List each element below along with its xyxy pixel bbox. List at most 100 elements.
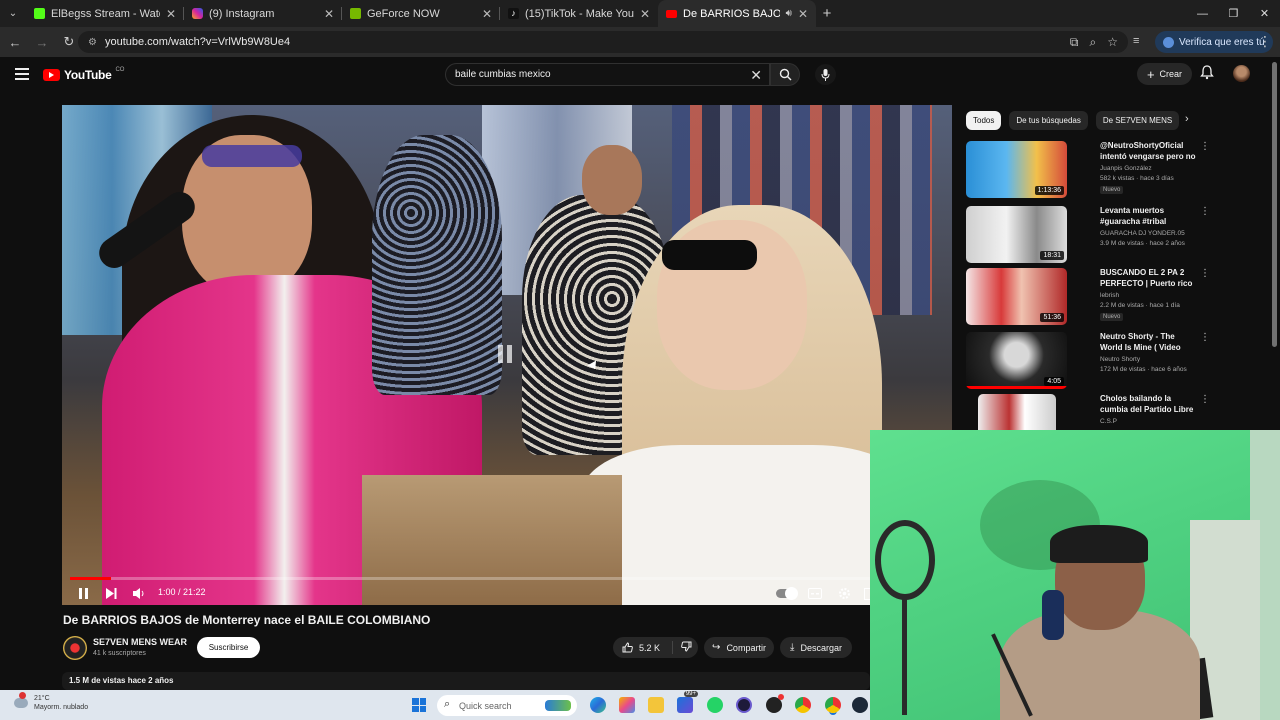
pause-icon[interactable] — [79, 588, 89, 599]
recommended-video[interactable]: 4:05 Neutro Shorty - The World Is Mine (… — [966, 332, 1210, 390]
dislike-button[interactable] — [673, 641, 692, 654]
more-options-icon[interactable]: ⋮ — [1200, 332, 1210, 343]
taskbar-search[interactable]: ⌕ Quick search — [437, 695, 577, 716]
speaker-icon[interactable]: 🔊︎ — [786, 8, 792, 19]
progress-bar[interactable] — [70, 577, 944, 580]
tab-close-icon[interactable]: ✕ — [482, 7, 492, 21]
recommended-video[interactable]: 1:13:36 @NeutroShortyOficial intentó ven… — [966, 141, 1210, 199]
recommendation-meta: 582 k vistas · hace 3 días — [1100, 175, 1174, 182]
obs-icon[interactable] — [736, 697, 752, 713]
share-button[interactable]: ↪ Compartir — [704, 637, 774, 658]
chrome-icon[interactable] — [795, 697, 811, 713]
description-box[interactable]: 1.5 M de vistas hace 2 años — [62, 672, 870, 690]
tab-close-icon[interactable]: ✕ — [166, 7, 176, 21]
more-options-icon[interactable]: ⋮ — [1200, 141, 1210, 152]
tiktok-favicon-icon: ♪ — [508, 8, 519, 19]
browser-tab-active[interactable]: De BARRIOS BAJOS de Mor 🔊︎ ✕ — [658, 0, 816, 27]
subtitles-icon[interactable] — [808, 588, 822, 599]
tab-close-icon[interactable]: ✕ — [324, 7, 334, 21]
tab-close-icon[interactable]: ✕ — [640, 7, 650, 21]
edge-browser-icon[interactable] — [590, 697, 606, 713]
user-avatar[interactable] — [1233, 65, 1250, 82]
weather-text: 21°C Mayorm. nublado — [34, 694, 88, 712]
like-count: 5.2 K — [639, 642, 661, 653]
recommended-video[interactable]: Cholos bailando la cumbia del Partido Li… — [966, 394, 1206, 430]
thumbs-up-icon — [622, 642, 633, 653]
cast-icon[interactable]: ⧉ — [1070, 35, 1079, 50]
video-frame-detail — [372, 135, 502, 395]
video-thumbnail — [978, 394, 1056, 430]
close-window-icon[interactable]: ✕ — [1249, 0, 1280, 27]
forward-icon[interactable]: → — [30, 30, 54, 54]
browser-tab[interactable]: GeForce NOW ✕ — [342, 0, 500, 27]
restore-icon[interactable]: ❐ — [1218, 0, 1249, 27]
recommended-video[interactable]: 18:31 Levanta muertos #guaracha #tribal … — [966, 206, 1210, 264]
tab-search-button[interactable]: ⌄ — [0, 0, 26, 27]
like-dislike-pill: 5.2 K — [613, 637, 698, 658]
app-icon[interactable] — [766, 694, 784, 713]
profile-icon — [1163, 36, 1174, 48]
bookmark-star-icon[interactable]: ☆ — [1107, 35, 1118, 49]
verify-identity-button[interactable]: Verifica que eres tú — [1155, 31, 1273, 53]
page-scrollbar[interactable] — [1272, 62, 1277, 347]
browser-tab[interactable]: (9) Instagram ✕ — [184, 0, 342, 27]
like-button[interactable]: 5.2 K — [613, 641, 673, 654]
zoom-icon[interactable]: ⌕ — [1090, 35, 1097, 50]
browser-toolbar: ← → ↻ ⚙ youtube.com/watch?v=VrlWb9W8Ue4 … — [0, 27, 1280, 57]
recommended-video[interactable]: 51:36 BUSCANDO EL 2 PA 2 PERFECTO | Puer… — [966, 268, 1210, 326]
chip-all[interactable]: Todos — [966, 111, 1002, 130]
store-icon[interactable]: 99+ — [677, 691, 698, 713]
browser-tab[interactable]: ♪ (15)TikTok - Make Your Day ✕ — [500, 0, 658, 27]
video-thumbnail: 18:31 — [966, 206, 1067, 263]
next-video-icon[interactable] — [106, 588, 117, 599]
clear-search-icon[interactable]: ✕ — [750, 67, 762, 84]
chevron-right-icon[interactable]: › — [1185, 113, 1189, 125]
tab-close-icon[interactable]: ✕ — [798, 7, 808, 21]
search-button[interactable] — [770, 63, 800, 86]
settings-gear-icon[interactable] — [838, 587, 851, 600]
video-player[interactable]: 1:00 / 21:22 — [62, 105, 952, 605]
more-options-icon[interactable]: ⋮ — [1200, 268, 1210, 279]
channel-avatar[interactable] — [63, 636, 87, 660]
steam-icon[interactable] — [852, 697, 868, 713]
site-info-icon[interactable]: ⚙ — [88, 37, 97, 48]
channel-name[interactable]: SE7VEN MENS WEAR — [93, 637, 187, 647]
badge-99: 99+ — [683, 691, 698, 697]
recommendation-channel: C.S.P — [1100, 418, 1117, 425]
whatsapp-icon[interactable] — [707, 697, 723, 713]
weather-widget[interactable]: 21°C Mayorm. nublado — [14, 692, 88, 712]
autoplay-toggle[interactable] — [776, 587, 798, 600]
subscribe-button[interactable]: Suscribirse — [197, 637, 260, 658]
geforce-favicon-icon — [350, 8, 361, 19]
chip-from-channel[interactable]: De SE7VEN MENS — [1095, 111, 1180, 130]
more-options-icon[interactable]: ⋮ — [1200, 394, 1206, 405]
minimize-icon[interactable]: — — [1187, 0, 1218, 27]
chip-from-searches[interactable]: De tus búsquedas — [1009, 111, 1088, 130]
youtube-logo[interactable]: YouTube CO — [43, 67, 124, 82]
back-icon[interactable]: ← — [3, 30, 27, 54]
video-thumbnail: 51:36 — [966, 268, 1067, 325]
file-explorer-icon[interactable] — [648, 697, 664, 713]
notifications-bell-icon[interactable] — [1200, 65, 1214, 85]
more-options-icon[interactable]: ⋮ — [1200, 206, 1210, 217]
volume-icon[interactable] — [133, 587, 146, 600]
webcam-overlay — [870, 430, 1280, 720]
windows-start-icon[interactable] — [412, 698, 426, 712]
address-bar[interactable]: ⚙ youtube.com/watch?v=VrlWb9W8Ue4 ⧉ ⌕ ☆ — [78, 31, 1128, 53]
chrome-active-icon[interactable] — [825, 697, 841, 713]
hamburger-menu-icon[interactable] — [15, 68, 29, 83]
download-button[interactable]: ⤓ Descargar — [780, 637, 852, 658]
create-button[interactable]: + Crear — [1137, 63, 1192, 85]
browser-menu-icon[interactable]: ⋮ — [1258, 33, 1272, 50]
media-controls-icon[interactable]: ≡ — [1133, 35, 1139, 47]
video-thumbnail: 1:13:36 — [966, 141, 1067, 198]
center-pause-icon[interactable] — [498, 345, 514, 363]
tab-title: De BARRIOS BAJOS de Mor — [683, 7, 780, 20]
voice-search-button[interactable] — [815, 64, 836, 85]
copilot-icon[interactable] — [619, 697, 635, 713]
video-title: De BARRIOS BAJOS de Monterrey nace el BA… — [63, 613, 431, 627]
browser-tab[interactable]: ElBegss Stream - Watch Live on ✕ — [26, 0, 184, 27]
search-input[interactable]: baile cumbias mexico ✕ — [445, 63, 770, 86]
video-frame-detail — [662, 240, 757, 270]
new-tab-button[interactable]: + — [816, 0, 838, 27]
